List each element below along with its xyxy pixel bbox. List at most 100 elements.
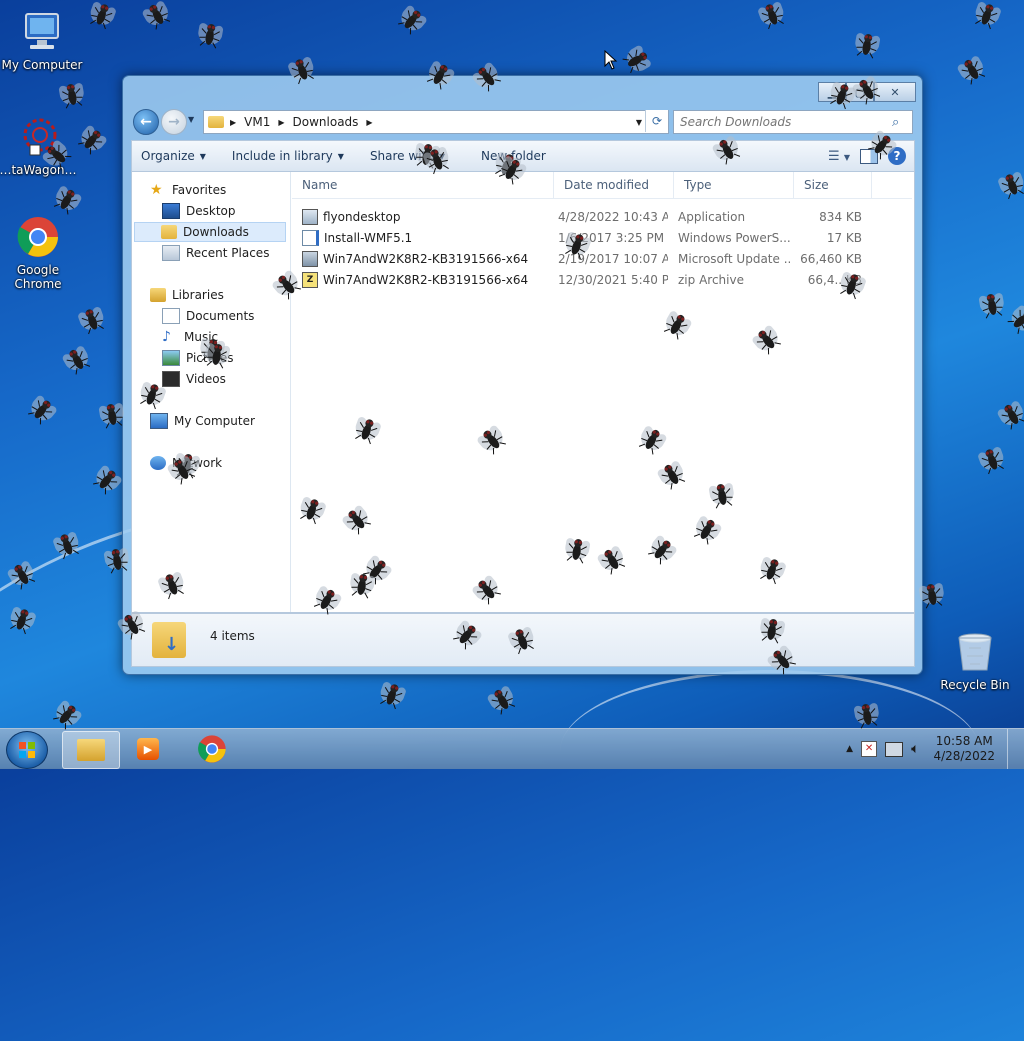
downloads-folder-large-icon: ↓ [152,622,186,658]
nav-videos[interactable]: Videos [162,369,226,389]
fly-icon [978,288,1007,322]
column-header-date-modified[interactable]: Date modified [554,172,674,198]
search-input[interactable] [674,114,892,130]
pictures-icon [162,350,180,366]
item-count: 4 items [210,629,255,643]
forward-arrow-icon: → [168,114,180,130]
fly-icon [59,341,95,379]
file-name-cell: flyondesktop [292,206,548,227]
start-button[interactable] [6,731,48,769]
file-row[interactable]: Win7AndW2K8R2-KB3191566-x64 2/19/2017 10… [292,248,892,269]
show-hidden-icons-icon[interactable]: ▲ [846,744,853,754]
back-button[interactable]: ← [133,109,159,135]
refresh-button[interactable]: ⟳ [645,110,668,132]
show-desktop-button[interactable] [1007,729,1018,769]
include-in-library-button[interactable]: Include in library ▼ [223,149,353,163]
address-dropdown-icon[interactable]: ▼ [636,118,642,127]
column-header-type[interactable]: Type [674,172,794,198]
nav-libraries[interactable]: Libraries [150,285,224,305]
column-header-size[interactable]: Size [794,172,872,198]
fly-icon [971,0,1004,33]
breadcrumb-separator-icon: ▶ [230,117,237,127]
file-size: 834 KB [819,209,862,224]
search-icon[interactable]: ⌕ [892,115,899,130]
star-icon: ★ [150,182,163,198]
documents-icon [162,308,180,324]
fly-icon [348,568,377,602]
nav-documents[interactable]: Documents [162,306,254,326]
folder-icon [208,116,224,128]
desktop-icon-app[interactable]: …taWagon… [0,115,80,177]
desktop-icon-recycle-bin[interactable]: Recycle Bin [933,630,1017,692]
breadcrumb-separator-icon: ▶ [278,117,285,127]
fly-icon [203,338,232,372]
taskbar-chrome[interactable] [184,731,240,767]
chevron-down-icon: ▼ [199,151,206,161]
libraries-icon [150,288,166,302]
fly-icon [58,78,87,112]
fly-icon [88,461,126,499]
fly-icon [756,0,789,33]
desktop-icon-label: My Computer [1,58,83,72]
file-date: 4/28/2022 10:43 AM [558,209,668,224]
nav-favorites[interactable]: ★ Favorites [150,180,226,200]
fly-icon [23,391,61,429]
nav-label: Libraries [172,288,224,302]
file-date: 12/30/2021 5:40 PM [558,272,668,287]
desktop-icon-my-computer[interactable]: My Computer [0,10,84,72]
recent-pages-dropdown[interactable]: ▼ [188,115,194,124]
file-name-cell: Win7AndW2K8R2-KB3191566-x64 [292,248,548,269]
view-options-icon[interactable]: ☰ ▼ [828,149,850,164]
clock-date: 4/28/2022 [933,749,995,763]
nav-label: Desktop [186,204,236,218]
taskbar-media-player[interactable]: ▶ [120,731,176,767]
file-name: flyondesktop [323,209,401,224]
desktop-icon-chrome[interactable]: Google Chrome [0,215,80,291]
clock[interactable]: 10:58 AM 4/28/2022 [933,734,995,764]
nav-label: Documents [186,309,255,323]
update-package-icon [302,250,318,267]
breadcrumb-downloads[interactable]: Downloads [293,115,359,129]
fly-icon [76,302,109,338]
file-type: Microsoft Update ... [678,251,790,266]
file-name: Win7AndW2K8R2-KB3191566-x64 [323,251,529,266]
action-center-icon[interactable]: ✕ [861,741,878,757]
address-row: ← → ▼ ▶ VM1 ▶ Downloads ▶ ▼ ⟳ ⌕ [131,109,913,135]
file-row[interactable]: flyondesktop 4/28/2022 10:43 AM Applicat… [292,206,892,227]
volume-icon[interactable]: 🔈︎ [911,741,919,757]
nav-label: Videos [186,372,226,386]
nav-recent-places[interactable]: Recent Places [162,243,269,263]
fly-icon [563,533,592,567]
column-headers: Name Date modified Type Size [292,172,912,199]
file-name: Win7AndW2K8R2-KB3191566-x64 [323,272,529,287]
nav-label: Favorites [172,183,227,197]
fly-icon [103,543,132,577]
windows-logo-icon [19,742,35,758]
file-name-cell: Install-WMF5.1 [292,227,548,248]
nav-desktop[interactable]: Desktop [162,201,236,221]
taskbar-file-explorer[interactable] [62,731,120,769]
fly-icon [976,442,1009,478]
nav-downloads[interactable]: Downloads [134,222,286,242]
desktop-icon-label: Recycle Bin [940,678,1010,692]
address-bar[interactable]: ▶ VM1 ▶ Downloads ▶ ▼ [203,110,669,134]
forward-button[interactable]: → [161,109,187,135]
file-size: 66,460 KB [800,251,862,266]
mouse-cursor-icon [604,50,618,70]
breadcrumb-vm1[interactable]: VM1 [244,115,270,129]
fly-icon [918,578,947,612]
nav-my-computer[interactable]: My Computer [150,411,255,431]
desktop-icon-label: Google Chrome [14,263,62,291]
file-type: zip Archive [678,272,744,287]
back-arrow-icon: ← [140,114,152,130]
fly-icon [1003,301,1024,339]
chrome-icon [16,215,60,259]
clock-time: 10:58 AM [935,734,993,748]
chevron-down-icon: ▼ [337,151,344,161]
organize-button[interactable]: Organize ▼ [132,149,215,163]
file-row[interactable]: Z Win7AndW2K8R2-KB3191566-x64 12/30/2021 … [292,269,892,290]
network-status-icon[interactable] [885,741,904,757]
refresh-icon: ⟳ [651,114,663,128]
media-player-icon: ▶ [137,738,159,760]
fly-icon [996,167,1024,203]
